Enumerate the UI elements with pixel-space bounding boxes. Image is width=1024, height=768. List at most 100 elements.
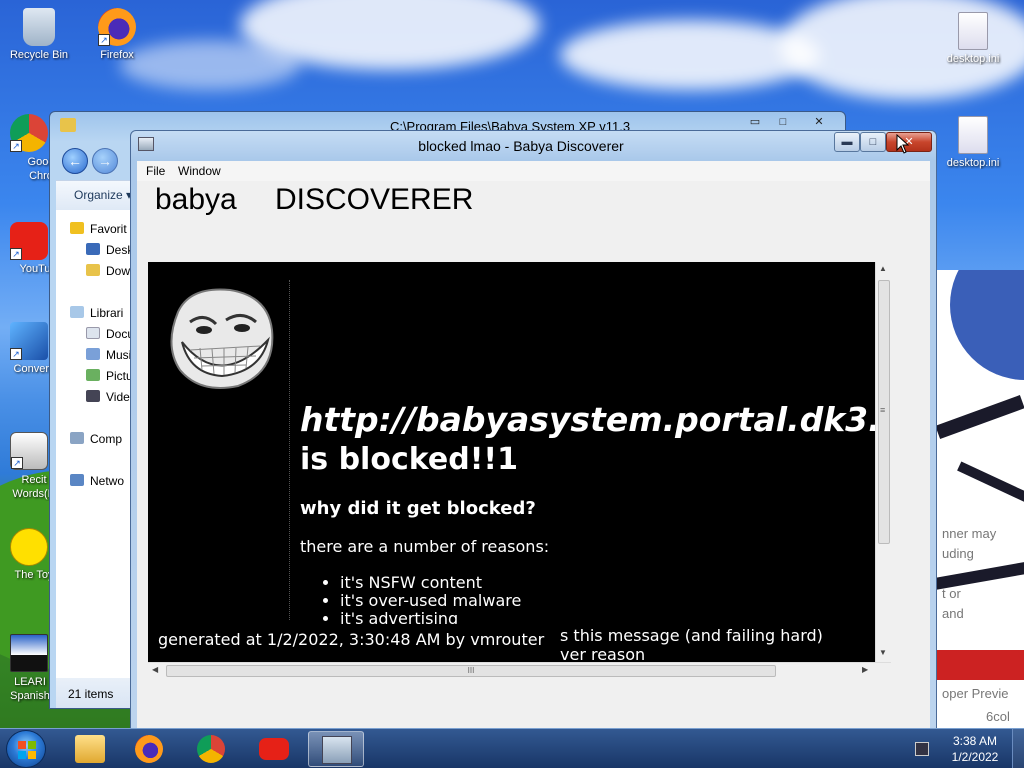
wallpaper-text: nner may	[942, 526, 997, 541]
pictures-icon	[86, 369, 100, 381]
horizontal-scroll-thumb[interactable]: III	[166, 665, 776, 677]
ini-file-icon	[958, 12, 988, 50]
organize-button[interactable]: Organize ▾	[74, 188, 132, 202]
desktop-icon-label: Recycle Bin	[9, 49, 69, 61]
nav-item-desktop[interactable]: Desk	[86, 243, 133, 261]
browser-viewport[interactable]: http://babyasystem.portal.dk3. is blocke…	[148, 262, 875, 662]
learn-spanish-icon	[10, 634, 48, 672]
nav-item-favorites[interactable]: Favorit	[70, 222, 127, 240]
back-arrow-icon[interactable]: ←	[62, 148, 88, 174]
show-desktop-button[interactable]	[1012, 729, 1024, 768]
generated-footer: generated at 1/2/2022, 3:30:48 AM by vmr…	[148, 624, 560, 654]
menubar: File Window	[137, 161, 930, 181]
network-computers-icon	[138, 137, 154, 151]
reasons-list: it's NSFW content it's over-used malware…	[340, 574, 521, 628]
wallpaper-text: and	[942, 606, 964, 621]
discoverer-window[interactable]: blocked lmao - Babya Discoverer ▬ □ ✕ Fi…	[130, 130, 937, 728]
taskbar: 3:38 AM 1/2/2022	[0, 728, 1024, 768]
nav-item-downloads[interactable]: Dow	[86, 264, 130, 282]
desktop-icon-recycle-bin[interactable]: Recycle Bin	[2, 8, 76, 61]
windows-logo-icon	[18, 741, 36, 759]
scroll-left-icon[interactable]: ◀	[152, 665, 158, 674]
nav-item-libraries[interactable]: Librari	[70, 306, 123, 324]
firefox-icon	[135, 735, 163, 763]
music-icon	[86, 348, 100, 360]
network-status-icon[interactable]	[915, 742, 929, 756]
nav-item-documents[interactable]: Docu	[86, 327, 134, 345]
scroll-up-icon[interactable]: ▲	[879, 264, 887, 273]
nav-item-pictures[interactable]: Pictu	[86, 369, 133, 387]
desktop-icon-label: Firefox	[100, 49, 134, 61]
vertical-scroll-thumb[interactable]: ≡	[878, 280, 890, 544]
forward-arrow-icon[interactable]: →	[92, 148, 118, 174]
partial-text: ver reason	[560, 645, 646, 662]
nav-item-label: Vide	[106, 390, 130, 404]
horizontal-scrollbar[interactable]: ◀ III ▶	[148, 662, 891, 678]
star-icon	[70, 222, 84, 234]
blocked-message: is blocked!!1	[300, 442, 518, 477]
videos-icon	[86, 390, 100, 402]
why-heading: why did it get blocked?	[300, 498, 536, 519]
trollface-image	[170, 288, 274, 389]
mouse-cursor-icon	[896, 134, 910, 154]
desktop-icon-label: desktop.ini	[946, 53, 1000, 65]
taskbar-firefox-button[interactable]	[122, 731, 178, 767]
taskbar-chrome-button[interactable]	[184, 731, 240, 767]
wallpaper-text: 6col	[986, 709, 1010, 724]
shortcut-arrow-icon: ↗	[11, 457, 23, 469]
youtube-icon	[259, 738, 289, 760]
taskbar-explorer-button[interactable]	[62, 731, 118, 767]
nav-item-label: Librari	[90, 306, 124, 320]
chrome-icon	[197, 735, 225, 763]
menu-window[interactable]: Window	[178, 164, 221, 178]
computer-icon	[70, 432, 84, 444]
desktop-icon-label: desktop.ini	[946, 157, 1000, 169]
nav-item-videos[interactable]: Vide	[86, 390, 130, 408]
desktop-icon-firefox[interactable]: ↗ Firefox	[80, 8, 154, 61]
shortcut-arrow-icon: ↗	[10, 348, 22, 360]
converter-icon: ↗	[10, 322, 48, 360]
clock-time: 3:38 AM	[952, 734, 998, 748]
minimize-button[interactable]: ▬	[834, 132, 860, 152]
nav-item-label: Musi	[106, 348, 132, 362]
nav-item-label: Netwo	[90, 474, 125, 488]
clock-date: 1/2/2022	[951, 750, 999, 764]
nav-item-network[interactable]: Netwo	[70, 474, 124, 492]
wallpaper-art	[935, 270, 1024, 728]
ini-file-icon	[958, 116, 988, 154]
shortcut-arrow-icon: ↗	[10, 248, 22, 260]
taskbar-youtube-button[interactable]	[246, 731, 302, 767]
folder-icon	[60, 118, 76, 132]
brand-babya: babya	[155, 183, 237, 216]
wallpaper-text: t or	[942, 586, 961, 601]
nav-item-label: Pictu	[106, 369, 133, 383]
nav-item-label: Favorit	[90, 222, 127, 236]
start-button[interactable]	[6, 730, 46, 768]
nav-item-computer[interactable]: Comp	[70, 432, 122, 450]
brand-discoverer: DISCOVERER	[275, 183, 474, 216]
divider-line	[289, 280, 290, 620]
item-count: 21 items	[68, 687, 114, 701]
partial-text: s this message (and failing hard)	[560, 626, 823, 645]
library-icon	[70, 306, 84, 318]
shortcut-arrow-icon: ↗	[98, 34, 110, 46]
cloud-decoration	[560, 20, 820, 90]
desktop-folder-icon	[86, 243, 100, 255]
scroll-down-icon[interactable]: ▼	[879, 648, 887, 657]
network-computers-icon	[322, 736, 352, 764]
recite-words-icon: ↗	[10, 432, 48, 470]
menu-file[interactable]: File	[146, 164, 165, 178]
desktop-icon-desktop-ini[interactable]: desktop.ini	[936, 116, 1010, 169]
maximize-button[interactable]: □	[860, 132, 886, 152]
smiley-icon	[10, 528, 48, 566]
discoverer-client: File Window babya DISCOVERER http://baby…	[137, 161, 930, 728]
vertical-scrollbar[interactable]: ▲ ≡ ▼	[875, 262, 891, 662]
scroll-right-icon[interactable]: ▶	[862, 665, 868, 674]
taskbar-discoverer-button[interactable]	[308, 731, 364, 767]
desktop-icon-desktop-ini[interactable]: desktop.ini	[936, 12, 1010, 65]
discoverer-title: blocked lmao - Babya Discoverer	[418, 138, 624, 154]
nav-item-music[interactable]: Musi	[86, 348, 131, 366]
tray-clock[interactable]: 3:38 AM 1/2/2022	[940, 733, 1010, 765]
desktop: nner may uding t or and oper Previe 6col…	[0, 0, 1024, 728]
folder-icon	[75, 735, 105, 763]
